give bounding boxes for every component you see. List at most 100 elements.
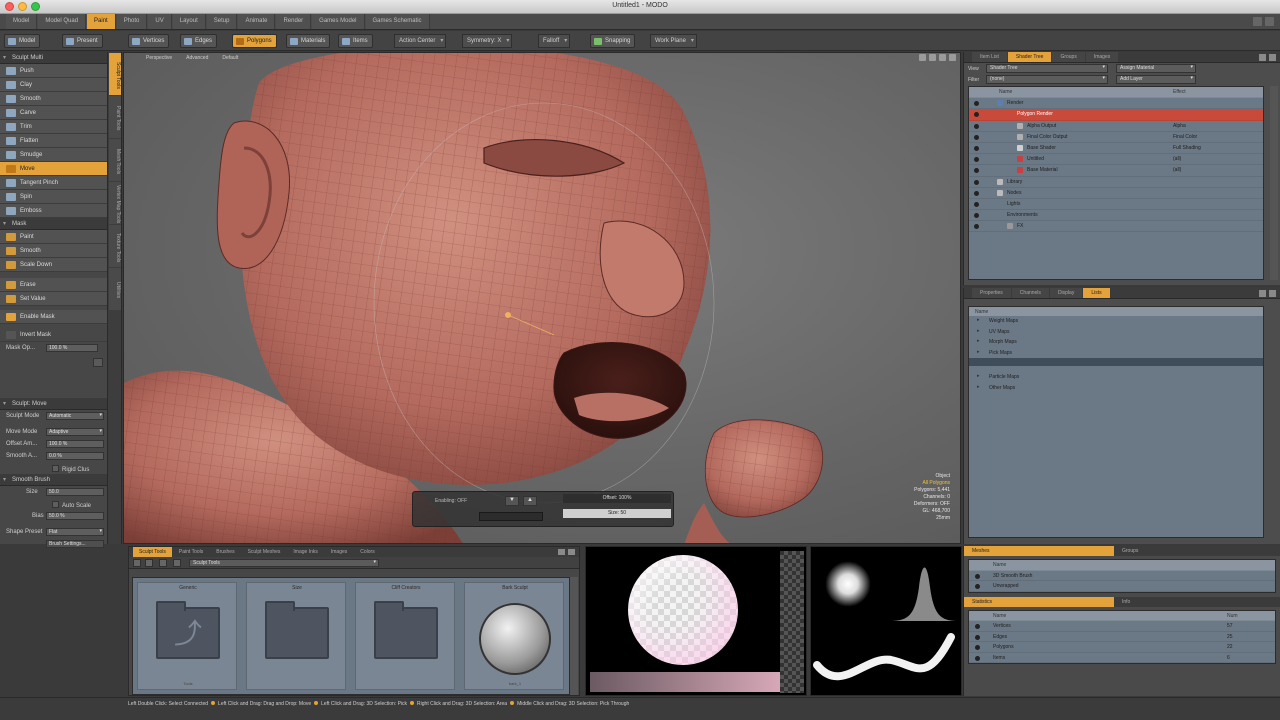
visibility-eye-icon[interactable] (974, 190, 979, 196)
preset-tile-cliff-creators[interactable]: Cliff Creators (355, 582, 455, 690)
map-particle-maps[interactable]: Particle Maps (969, 372, 1263, 383)
viewport-tab-perspective[interactable]: Perspective (140, 53, 178, 64)
shader-tree-row[interactable]: Render (969, 98, 1263, 110)
stat-row[interactable]: Items 6 (969, 653, 1275, 663)
viewport-maximize-icon[interactable] (949, 54, 956, 61)
visibility-eye-icon[interactable] (974, 201, 979, 207)
texture-preview[interactable] (585, 546, 807, 696)
preset-tab-sculpt-tools[interactable]: Sculpt Tools (133, 547, 172, 557)
menu-tab-model[interactable]: Model (6, 14, 38, 29)
visibility-eye-icon[interactable] (974, 179, 979, 185)
forward-button[interactable] (145, 559, 153, 567)
shader-tree-row[interactable]: Nodes (969, 188, 1263, 199)
view-dropdown[interactable]: Shader Tree (986, 64, 1108, 73)
visibility-eye-icon[interactable] (975, 634, 980, 640)
popup-input[interactable] (479, 512, 543, 521)
assign-material-dropdown[interactable]: Assign Material (1116, 64, 1196, 73)
viewport-pan-icon[interactable] (919, 54, 926, 61)
brush-preview[interactable] (810, 546, 962, 696)
sculpt-tool-spin[interactable]: Spin (0, 190, 107, 204)
shader-tree-row[interactable]: Library (969, 177, 1263, 188)
sculpt-model[interactable] (124, 53, 961, 544)
shader-tree-row[interactable]: Base Shader Full Shading (969, 143, 1263, 155)
lists-tab-display[interactable]: Display (1049, 288, 1083, 298)
viewport-tab-advanced[interactable]: Advanced (180, 53, 214, 64)
map-uv-maps[interactable]: UV Maps (969, 327, 1263, 338)
visibility-eye-icon[interactable] (975, 584, 980, 589)
sculpt-tool-move[interactable]: Move (0, 162, 107, 176)
visibility-eye-icon[interactable] (974, 168, 979, 174)
panel-maximize-icon[interactable] (1269, 290, 1276, 297)
materials-button[interactable]: Materials (286, 34, 331, 48)
layout-maximize-icon[interactable] (1265, 17, 1274, 26)
preset-tab-paint-tools[interactable]: Paint Tools (173, 547, 209, 557)
action-center-dropdown[interactable]: Action Center (394, 34, 447, 48)
preset-tab-images[interactable]: Images (325, 547, 353, 557)
shader-tree-scrollbar[interactable] (1270, 86, 1278, 280)
mask-tool-scale-down[interactable]: Scale Down (0, 258, 107, 272)
vtab-vertex-map-tools[interactable]: Vertex Map Tools (109, 182, 121, 224)
shader-tab-shader-tree[interactable]: Shader Tree (1007, 52, 1052, 62)
items-button[interactable]: Items (338, 34, 373, 48)
add-layer-dropdown[interactable]: Add Layer (1116, 75, 1196, 84)
sculpt-multi-header[interactable]: Sculpt Multi (0, 52, 107, 64)
stat-row[interactable]: Unwrapped (969, 581, 1275, 592)
preset-tab-colors[interactable]: Colors (354, 547, 380, 557)
auto-scale-checkbox[interactable] (52, 501, 59, 508)
shader-tree-row[interactable]: Untitled (all) (969, 154, 1263, 166)
shader-tree-row[interactable]: Final Color Output Final Color (969, 132, 1263, 143)
visibility-eye-icon[interactable] (974, 213, 979, 219)
lists-tab-lists[interactable]: Lists (1083, 288, 1110, 298)
preset-browser-icons[interactable] (558, 549, 575, 555)
menu-tab-layout[interactable]: Layout (172, 14, 206, 29)
menu-tab-paint[interactable]: Paint (87, 14, 116, 29)
mask-tool-paint[interactable]: Paint (0, 230, 107, 244)
visibility-eye-icon[interactable] (974, 101, 979, 107)
move-mode-dropdown[interactable]: Adaptive (46, 428, 104, 436)
visibility-eye-icon[interactable] (975, 655, 980, 661)
viewport-zoom-icon[interactable] (939, 54, 946, 61)
vtab-mesh-tools[interactable]: Mesh Tools (109, 139, 121, 181)
stat-row[interactable]: 3D Smooth Brush (969, 571, 1275, 581)
shader-tab-item-list[interactable]: Item List (972, 52, 1007, 62)
panel-menu-icon[interactable] (558, 549, 565, 555)
preset-grid-scrollbar[interactable] (570, 577, 578, 695)
meshes-tab-groups[interactable]: Groups (1114, 546, 1264, 556)
menu-tab-render[interactable]: Render (276, 14, 312, 29)
menu-tab-model-quad[interactable]: Model Quad (38, 14, 87, 29)
shader-tree-panel-icons[interactable] (1259, 54, 1276, 61)
visibility-eye-icon[interactable] (975, 624, 980, 629)
refresh-button[interactable] (173, 559, 181, 567)
lists-panel-icons[interactable] (1259, 290, 1276, 297)
vtab-texture-tools[interactable]: Texture Tools (109, 225, 121, 267)
back-button[interactable] (133, 559, 141, 567)
shader-tree-row[interactable]: Environments (969, 210, 1263, 222)
shader-tab-groups[interactable]: Groups (1052, 52, 1085, 62)
symmetry-dropdown[interactable]: Symmetry: X (462, 34, 513, 48)
viewport-rotate-icon[interactable] (929, 54, 936, 61)
menu-tab-photo[interactable]: Photo (116, 14, 148, 29)
menu-tab-uv[interactable]: UV (148, 14, 172, 29)
popup-value-top[interactable]: Offset: 100% (563, 494, 671, 503)
stat-row[interactable]: Edges 25 (969, 632, 1275, 642)
statistics-tab-statistics[interactable]: Statistics (964, 596, 1114, 607)
menu-tab-animate[interactable]: Animate (238, 14, 276, 29)
panel-menu-icon[interactable] (1259, 54, 1266, 61)
viewport-icons[interactable] (919, 54, 956, 61)
sculpt-mode-dropdown[interactable]: Automatic (46, 412, 104, 420)
mask-header[interactable]: Mask (0, 218, 107, 230)
sculpt-tool-carve[interactable]: Carve (0, 106, 107, 120)
visibility-eye-icon[interactable] (975, 573, 980, 579)
vertices-button[interactable]: Vertices (128, 34, 170, 48)
map-other-maps[interactable]: Other Maps (969, 383, 1263, 394)
shader-tree-row[interactable]: Alpha Output Alpha (969, 121, 1263, 132)
visibility-eye-icon[interactable] (974, 145, 979, 151)
viewport-tab-default[interactable]: Default (216, 53, 244, 64)
visibility-eye-icon[interactable] (974, 224, 979, 230)
preset-tile-bark-sculpt[interactable]: Bark Sculpt bark_1 (464, 582, 564, 690)
shader-tree-row[interactable]: FX (969, 221, 1263, 233)
map-morph-maps[interactable]: Morph Maps (969, 337, 1263, 348)
shader-tree-row[interactable]: Lights (969, 199, 1263, 211)
sculpt-tool-flatten[interactable]: Flatten (0, 134, 107, 148)
visibility-eye-icon[interactable] (974, 112, 979, 118)
